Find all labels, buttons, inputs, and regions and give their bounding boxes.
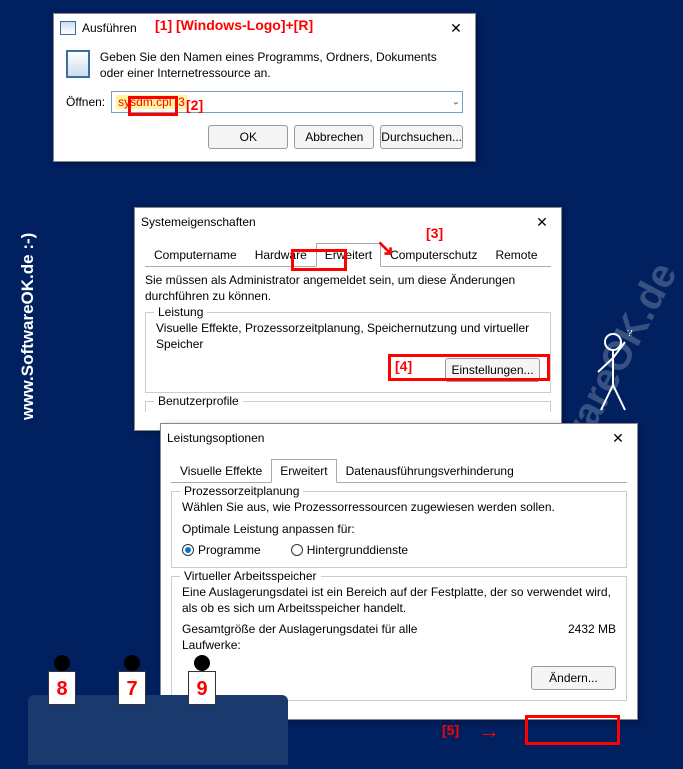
radio-icon [182,544,194,556]
perfopt-titlebar: Leistungsoptionen ✕ [161,424,637,452]
figure-head [194,655,210,671]
figure-head [124,655,140,671]
close-icon[interactable]: ✕ [603,426,633,450]
performance-group-title: Leistung [154,305,207,319]
sysprops-title: Systemeigenschaften [141,215,256,229]
change-button[interactable]: Ändern... [531,666,616,690]
virtual-memory-group: Virtueller Arbeitsspeicher Eine Auslager… [171,576,627,700]
open-combobox[interactable]: sysdm.cpl ,3 ⌄ [111,91,463,113]
score-sign-9: 9 [188,671,216,705]
tab-visual-effects[interactable]: Visuelle Effekte [171,459,271,483]
watermark-vertical: www.SoftwareOK.de :-) [18,233,38,420]
tab-remote[interactable]: Remote [486,243,546,267]
cancel-button[interactable]: Abbrechen [294,125,374,149]
stick-figure: ? [583,330,643,420]
performance-desc: Visuelle Effekte, Prozessorzeitplanung, … [156,321,540,352]
sysprops-titlebar: Systemeigenschaften ✕ [135,208,561,236]
userprofiles-title: Benutzerprofile [154,394,243,408]
run-title: Ausführen [82,21,137,35]
tab-erweitert[interactable]: Erweitert [316,243,381,267]
perfopt-tabs: Visuelle Effekte Erweitert Datenausführu… [171,458,627,483]
cpu-scheduling-group: Prozessorzeitplanung Wählen Sie aus, wie… [171,491,627,568]
tab-hardware[interactable]: Hardware [246,243,316,267]
annotation-5: [5] [442,722,459,738]
run-big-icon [66,50,90,78]
run-dialog: Ausführen ✕ Geben Sie den Namen eines Pr… [53,13,476,162]
radio-programs[interactable]: Programme [182,543,261,557]
score-sign-7: 7 [118,671,146,705]
radio-background-label: Hintergrunddienste [307,543,408,557]
cpu-group-title: Prozessorzeitplanung [180,484,303,498]
open-command: sysdm.cpl ,3 [116,95,187,109]
radio-background[interactable]: Hintergrunddienste [291,543,408,557]
open-label: Öffnen: [66,95,105,109]
tab-advanced[interactable]: Erweitert [271,459,336,483]
performance-group: Leistung Visuelle Effekte, Prozessorzeit… [145,312,551,393]
run-description: Geben Sie den Namen eines Programms, Ord… [100,50,463,81]
tab-computerschutz[interactable]: Computerschutz [381,243,486,267]
cpu-desc: Wählen Sie aus, wie Prozessorressourcen … [182,500,616,516]
settings-button[interactable]: Einstellungen... [445,358,540,382]
tab-computername[interactable]: Computername [145,243,246,267]
userprofiles-group: Benutzerprofile [145,401,551,412]
radio-programs-label: Programme [198,543,261,557]
vm-total-label: Gesamtgröße der Auslagerungsdatei für al… [182,622,442,653]
vm-group-title: Virtueller Arbeitsspeicher [180,569,321,583]
browse-button[interactable]: Durchsuchen... [380,125,463,149]
sysprops-tabs: Computername Hardware Erweitert Computer… [145,242,551,267]
figure-head [54,655,70,671]
vm-desc: Eine Auslagerungsdatei ist ein Bereich a… [182,585,616,616]
chevron-down-icon[interactable]: ⌄ [452,97,460,108]
close-icon[interactable]: ✕ [527,210,557,234]
run-titlebar: Ausführen ✕ [54,14,475,42]
ok-button[interactable]: OK [208,125,288,149]
radio-icon [291,544,303,556]
close-icon[interactable]: ✕ [441,16,471,40]
admin-hint: Sie müssen als Administrator angemeldet … [145,273,551,304]
vm-total-value: 2432 MB [568,622,616,653]
score-sign-8: 8 [48,671,76,705]
svg-text:?: ? [627,330,633,339]
arrow-5: → [478,718,500,744]
tab-dep[interactable]: Datenausführungsverhinderung [337,459,523,483]
run-icon [60,21,76,35]
perfopt-title: Leistungsoptionen [167,431,264,445]
performance-options-dialog: Leistungsoptionen ✕ Visuelle Effekte Erw… [160,423,638,720]
cpu-optimal: Optimale Leistung anpassen für: [182,522,616,538]
system-properties-dialog: Systemeigenschaften ✕ Computername Hardw… [134,207,562,431]
